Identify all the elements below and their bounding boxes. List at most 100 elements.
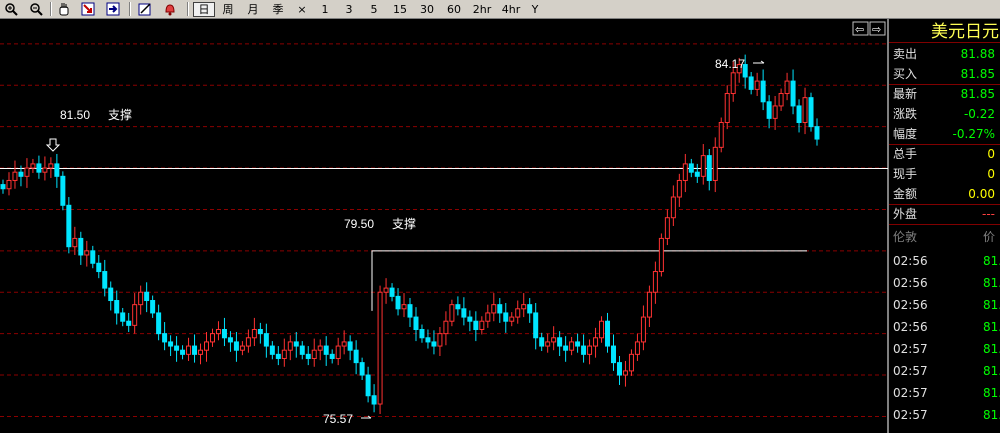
period-button-7[interactable]: 5 (362, 2, 386, 17)
candle-body (712, 146, 718, 181)
zoom-out-icon[interactable] (27, 1, 45, 17)
period-button-5[interactable]: 1 (314, 2, 336, 17)
quote-row: 买入 81.85 (889, 64, 999, 84)
candle-body (180, 349, 186, 355)
candle-body (628, 353, 634, 372)
tick-time: 02:57 (893, 386, 928, 400)
candle-body (329, 353, 335, 359)
quote-row: 金额 0.00 (889, 184, 999, 204)
period-button-12[interactable]: 4hr (497, 2, 525, 17)
tick-row: 02:56 81. (889, 273, 1000, 294)
candle-body (114, 300, 120, 314)
candle-body (377, 291, 383, 405)
candle-body (275, 353, 281, 359)
candle-body (359, 362, 365, 376)
symbol-title: 美元日元 (889, 19, 1000, 43)
import-icon[interactable] (104, 1, 122, 17)
period-button-3[interactable]: 季 (266, 2, 290, 17)
tick-header-time: 伦敦 (893, 230, 918, 244)
candle-body (407, 304, 413, 318)
svg-text:⇨: ⇨ (872, 23, 881, 36)
quote-value: 81.85 (960, 87, 995, 101)
quote-panel: 美元日元 卖出 81.88 买入 81.85 最新 81.85 涨跌 -0.22 幅度 -0.27… (888, 19, 1000, 433)
candle-body (748, 76, 754, 90)
candle-body (563, 345, 569, 351)
candle-body (239, 345, 245, 351)
candle-body (515, 308, 521, 318)
candle-body (233, 341, 239, 351)
divider (889, 224, 1000, 225)
candle-body (144, 291, 150, 302)
period-button-8[interactable]: 15 (387, 2, 413, 17)
candle-body (299, 345, 305, 355)
candle-body (245, 337, 251, 347)
candle-body (347, 341, 353, 351)
support-line-2[interactable] (371, 250, 807, 311)
quote-label: 总手 (893, 147, 918, 161)
candle-body (12, 171, 18, 181)
candle-body (808, 97, 814, 128)
candlestick-chart: 81.50 支撑 79.50 支撑 84.17 75.57 ⇦ ⇨ (0, 19, 888, 433)
candle-body (479, 320, 485, 331)
candle-body (425, 337, 431, 343)
candle-body (497, 304, 503, 314)
period-button-9[interactable]: 30 (414, 2, 440, 17)
candle-body (593, 337, 599, 347)
tick-header-price: 价 (983, 230, 996, 244)
tick-row: 02:57 81. (889, 361, 1000, 382)
period-button-11[interactable]: 2hr (468, 2, 496, 17)
candle-body (30, 163, 36, 169)
nav-left-icon[interactable]: ⇦ (852, 21, 869, 36)
period-button-6[interactable]: 3 (337, 2, 361, 17)
candle-body (599, 320, 605, 339)
hand-icon[interactable] (55, 1, 73, 17)
candle-body (814, 126, 820, 140)
candle-body (509, 316, 515, 322)
period-button-1[interactable]: 周 (216, 2, 240, 17)
period-button-10[interactable]: 60 (441, 2, 467, 17)
candle-body (431, 341, 437, 347)
tick-price: 81. (983, 364, 1000, 378)
candle-body (616, 362, 622, 376)
candle-body (126, 320, 132, 326)
period-button-13[interactable]: Y (526, 2, 544, 17)
candle-body (78, 237, 84, 256)
candle-body (521, 304, 527, 310)
candle-body (263, 333, 269, 347)
candle-body (778, 93, 784, 107)
candle-body (646, 291, 652, 318)
period-button-0[interactable]: 日 (193, 2, 215, 17)
support-2-label: 支撑 (392, 216, 416, 231)
candle-body (664, 217, 670, 239)
candle-body (557, 337, 563, 347)
nav-right-icon[interactable]: ⇨ (869, 21, 886, 36)
quote-label: 幅度 (893, 127, 918, 141)
tick-header: 伦敦 价 (889, 227, 1000, 248)
candle-body (168, 341, 174, 347)
draw-icon[interactable] (136, 1, 154, 17)
quote-row: 总手 0 (889, 144, 999, 164)
quote-label: 外盘 (893, 207, 918, 221)
candle-body (802, 97, 808, 124)
support-1-price: 81.50 (60, 108, 90, 122)
candle-body (658, 237, 664, 273)
quote-value: -0.22 (963, 107, 995, 121)
candle-body (724, 93, 730, 123)
candle-body (204, 341, 209, 351)
candle-body (162, 333, 168, 343)
tick-row: 02:56 81. (889, 251, 1000, 272)
candle-body (706, 155, 712, 181)
tick-row: 02:57 81. (889, 383, 1000, 404)
period-button-4[interactable]: × (291, 2, 313, 17)
tick-time: 02:57 (893, 342, 928, 356)
quote-row: 外盘 --- (889, 204, 999, 224)
alert-bell-icon[interactable] (161, 1, 179, 17)
zoom-in-icon[interactable] (2, 1, 20, 17)
period-button-2[interactable]: 月 (241, 2, 265, 17)
candle-body (539, 337, 545, 347)
candle-body (36, 163, 42, 173)
tick-price: 81. (983, 408, 1000, 422)
export-icon[interactable] (79, 1, 97, 17)
candle-body (227, 337, 233, 343)
candle-body (784, 80, 790, 95)
